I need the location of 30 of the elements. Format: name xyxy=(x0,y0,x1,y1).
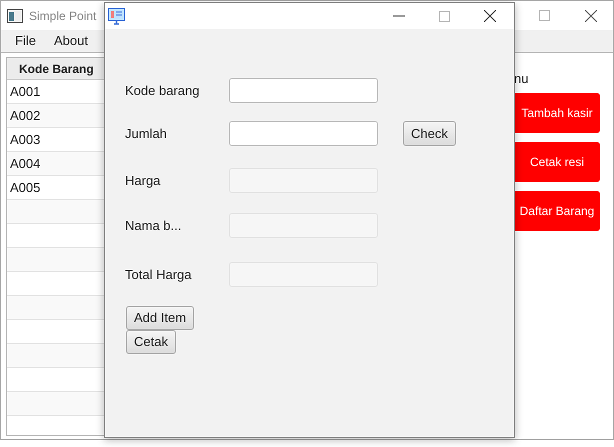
action-button[interactable]: Cetak xyxy=(126,330,176,354)
menu-item[interactable]: File xyxy=(15,31,36,51)
field-label: Kode barang xyxy=(125,82,200,100)
app-icon xyxy=(7,8,23,22)
field-label: Harga xyxy=(125,172,162,190)
column-header[interactable]: Kode Barang xyxy=(7,58,105,80)
minimize-icon[interactable] xyxy=(393,15,405,17)
input-field[interactable] xyxy=(229,78,378,103)
table-cell-text: A002 xyxy=(10,106,40,125)
field-label: Jumlah xyxy=(125,124,168,143)
table-cell-text: A003 xyxy=(10,130,40,149)
menu-button[interactable]: Daftar Barang xyxy=(514,190,600,230)
field-label: Total Harga xyxy=(125,266,192,284)
monitor-icon xyxy=(108,8,125,24)
menu-button[interactable]: Tambah kasir xyxy=(514,92,600,132)
check-button[interactable]: Check xyxy=(403,121,456,146)
table-cell-text: A005 xyxy=(10,178,40,197)
window-title: Simple Point xyxy=(29,8,96,24)
maximize-icon[interactable] xyxy=(439,10,450,22)
close-icon[interactable] xyxy=(585,10,597,22)
section-label: nu xyxy=(514,70,530,88)
table-cell-text: A004 xyxy=(10,154,40,173)
table-cell-text: A001 xyxy=(10,82,40,101)
menu-button[interactable]: Cetak resi xyxy=(514,142,600,182)
menu-item[interactable]: About xyxy=(54,31,88,51)
maximize-icon[interactable] xyxy=(539,10,550,21)
close-icon[interactable] xyxy=(484,10,496,22)
input-field[interactable] xyxy=(229,121,378,146)
field-label: Nama b... xyxy=(125,216,182,235)
action-button[interactable]: Add Item xyxy=(126,306,194,330)
